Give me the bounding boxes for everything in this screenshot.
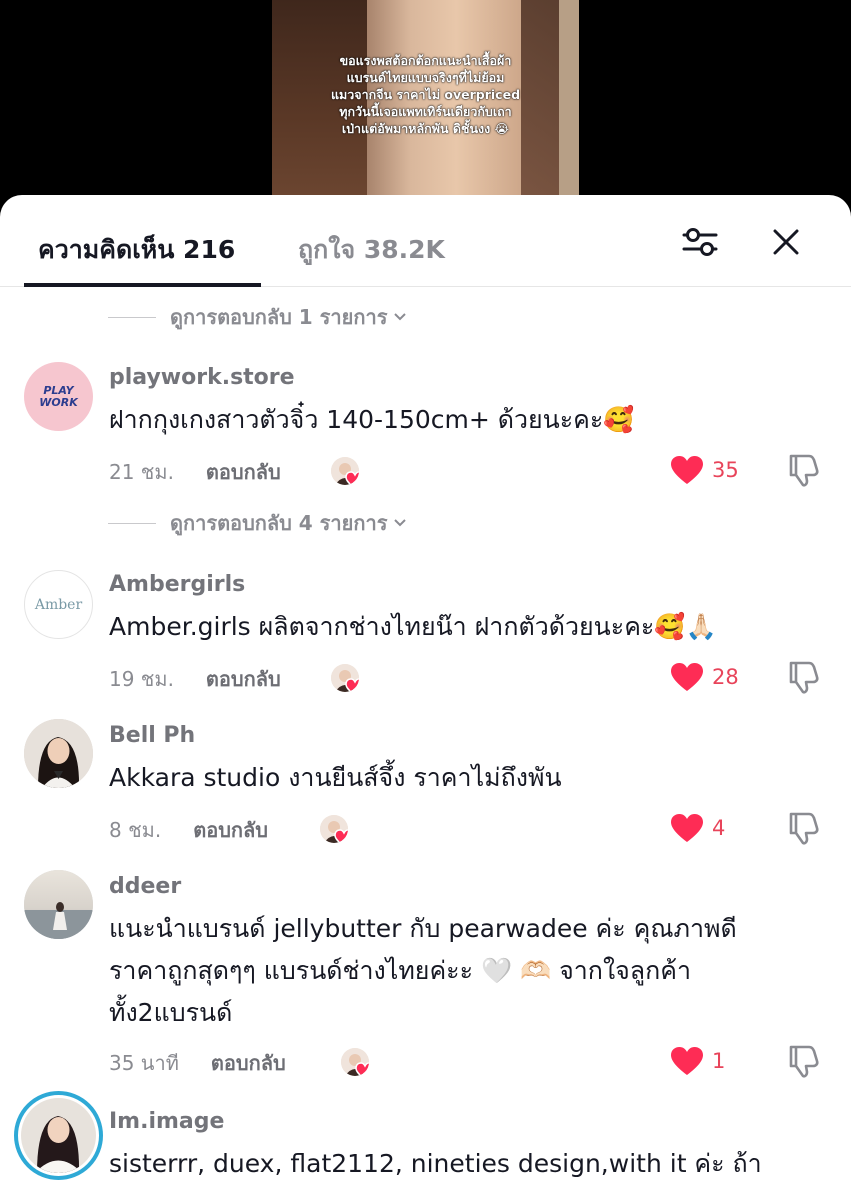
video-caption: ขอแรงพสต้อกต้อกแนะนำเสื้อผ้า แบรนด์ไทยแบ… bbox=[272, 52, 579, 137]
thumbs-down-icon bbox=[789, 1045, 819, 1078]
like-button[interactable]: 35 bbox=[670, 453, 739, 487]
reply-button[interactable]: ตอบกลับ bbox=[211, 1047, 286, 1079]
video-caption-line: เป่าแต่อัพมาหลักพัน ดิชั้นงง 😭 bbox=[341, 121, 510, 136]
comment-username[interactable]: Ambergirls bbox=[109, 572, 245, 597]
reply-button[interactable]: ตอบกลับ bbox=[206, 456, 281, 488]
tab-comments[interactable]: ความคิดเห็น 216 bbox=[38, 230, 235, 270]
heart-icon bbox=[671, 1047, 703, 1075]
video-caption-line: แบรนด์ไทยแบบจริงๆที่ไม่ย้อม bbox=[346, 70, 505, 85]
divider-line bbox=[108, 522, 156, 524]
comment-text-line: ทั้ง2แบรนด์ bbox=[109, 998, 233, 1027]
view-replies-button[interactable]: ดูการตอบกลับ 4 รายการ bbox=[108, 508, 407, 538]
thumbs-down-icon bbox=[789, 812, 819, 845]
comment-username[interactable]: playwork.store bbox=[109, 365, 295, 390]
comment-text: Akkara studio งานยีนส์จึ้ง ราคาไม่ถึงพัน bbox=[109, 757, 799, 799]
comment-meta: 21 ชม. ตอบกลับ bbox=[109, 457, 281, 487]
chevron-down-icon bbox=[394, 519, 407, 527]
comment-text: ฝากกุงเกงสาวตัวจิ๋ว 140-150cm+ ด้วยนะคะ🥰 bbox=[109, 399, 799, 441]
avatar[interactable]: PLAY WORK bbox=[24, 362, 93, 431]
comment-username[interactable]: ddeer bbox=[109, 874, 181, 899]
video-caption-line: ขอแรงพสต้อกต้อกแนะนำเสื้อผ้า bbox=[339, 53, 512, 68]
creator-liked-avatar bbox=[331, 457, 359, 485]
comment-time: 8 ชม. bbox=[109, 818, 162, 842]
comments-sheet: ความคิดเห็น 216 ถูกใจ 38.2K ดูการตอบกลับ… bbox=[0, 195, 851, 1200]
avatar[interactable]: Amber bbox=[24, 570, 93, 639]
like-button[interactable]: 28 bbox=[670, 660, 739, 694]
avatar-logo-text: Amber bbox=[34, 596, 83, 613]
comment-text: sisterrr, duex, flat2112, nineties desig… bbox=[109, 1143, 799, 1185]
creator-liked-avatar bbox=[341, 1048, 369, 1076]
heart-icon bbox=[671, 456, 703, 484]
like-count: 4 bbox=[712, 816, 726, 840]
dislike-button[interactable] bbox=[785, 1042, 823, 1080]
dislike-button[interactable] bbox=[785, 809, 823, 847]
comment-text-line: Amber.girls ผลิตจากช่างไทยน๊า ฝากตัวด้วย… bbox=[109, 612, 717, 641]
video-caption-line: แมวจากจีน ราคาไม่ overpriced bbox=[330, 87, 521, 102]
comment-time: 35 นาที bbox=[109, 1051, 179, 1075]
heart-badge-icon bbox=[345, 678, 359, 692]
close-icon bbox=[773, 229, 799, 255]
comment-username[interactable]: Im.image bbox=[109, 1109, 224, 1134]
reply-button[interactable]: ตอบกลับ bbox=[193, 814, 268, 846]
avatar-with-story-ring[interactable] bbox=[14, 1091, 103, 1180]
comment-text-line: ฝากกุงเกงสาวตัวจิ๋ว 140-150cm+ ด้วยนะคะ🥰 bbox=[109, 405, 635, 434]
chevron-down-icon bbox=[394, 313, 407, 321]
avatar[interactable] bbox=[24, 719, 93, 788]
heart-badge-icon bbox=[345, 471, 359, 485]
view-replies-label: ดูการตอบกลับ 4 รายการ bbox=[170, 511, 388, 535]
comment-meta: 35 นาที ตอบกลับ bbox=[109, 1048, 286, 1078]
video-caption-line: ทุกวันนี้เจอแพทเทิร์นเดียวกับเถา bbox=[339, 104, 512, 119]
like-button[interactable]: 1 bbox=[670, 1044, 725, 1078]
comment-text: Amber.girls ผลิตจากช่างไทยน๊า ฝากตัวด้วย… bbox=[109, 606, 799, 648]
comment-time: 21 ชม. bbox=[109, 460, 174, 484]
creator-liked-avatar bbox=[331, 664, 359, 692]
comment-text-line: sisterrr, duex, flat2112, nineties desig… bbox=[109, 1149, 762, 1178]
avatar[interactable] bbox=[24, 870, 93, 939]
like-count: 28 bbox=[712, 665, 739, 689]
divider-line bbox=[108, 316, 156, 318]
thumbs-down-icon bbox=[789, 661, 819, 694]
reply-button[interactable]: ตอบกลับ bbox=[206, 663, 281, 695]
view-replies-label: ดูการตอบกลับ 1 รายการ bbox=[170, 305, 388, 329]
heart-icon bbox=[671, 663, 703, 691]
like-count: 1 bbox=[712, 1049, 726, 1073]
dislike-button[interactable] bbox=[785, 658, 823, 696]
comment-text-line: แนะนำแบรนด์ jellybutter กับ pearwadee ค่… bbox=[109, 914, 737, 943]
avatar-logo-text: PLAY WORK bbox=[39, 383, 78, 409]
comment-text-line: Akkara studio งานยีนส์จึ้ง ราคาไม่ถึงพัน bbox=[109, 763, 562, 792]
heart-badge-icon bbox=[334, 829, 348, 843]
close-button[interactable] bbox=[769, 225, 803, 259]
comments-tabbar: ความคิดเห็น 216 ถูกใจ 38.2K bbox=[0, 195, 851, 287]
sliders-icon bbox=[682, 228, 718, 256]
like-count: 35 bbox=[712, 458, 739, 482]
like-button[interactable]: 4 bbox=[670, 811, 725, 845]
tab-likes[interactable]: ถูกใจ 38.2K bbox=[298, 230, 445, 270]
comment-meta: 19 ชม. ตอบกลับ bbox=[109, 664, 281, 694]
comment-time: 19 ชม. bbox=[109, 667, 174, 691]
video-frame: ขอแรงพสต้อกต้อกแนะนำเสื้อผ้า แบรนด์ไทยแบ… bbox=[272, 0, 579, 195]
comment-text-line: ราคาถูกสุดๆๆ แบรนด์ช่างไทยค่ะะ 🤍 🫶🏻 จากใ… bbox=[109, 956, 692, 985]
heart-badge-icon bbox=[355, 1062, 369, 1076]
heart-icon bbox=[671, 814, 703, 842]
comment-meta: 8 ชม. ตอบกลับ bbox=[109, 815, 268, 845]
creator-liked-avatar bbox=[320, 815, 348, 843]
thumbs-down-icon bbox=[789, 454, 819, 487]
video-player[interactable]: ขอแรงพสต้อกต้อกแนะนำเสื้อผ้า แบรนด์ไทยแบ… bbox=[0, 0, 851, 215]
active-tab-indicator bbox=[24, 283, 261, 287]
view-replies-button[interactable]: ดูการตอบกลับ 1 รายการ bbox=[108, 302, 407, 332]
filter-button[interactable] bbox=[680, 225, 720, 259]
comment-text: แนะนำแบรนด์ jellybutter กับ pearwadee ค่… bbox=[109, 908, 799, 1034]
comment-username[interactable]: Bell Ph bbox=[109, 723, 195, 748]
dislike-button[interactable] bbox=[785, 451, 823, 489]
